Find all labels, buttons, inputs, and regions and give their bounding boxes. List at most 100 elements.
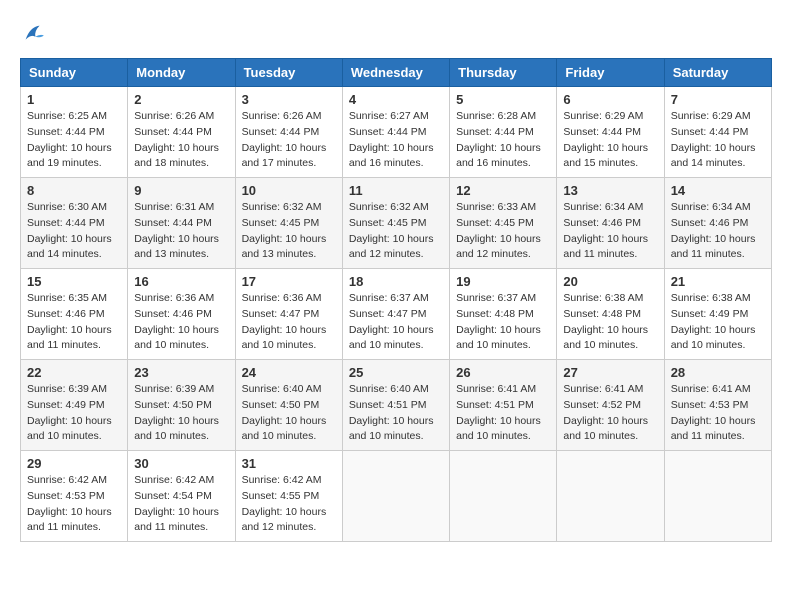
day-info: Sunrise: 6:35 AM Sunset: 4:46 PM Dayligh… [27,291,121,354]
day-info: Sunrise: 6:33 AM Sunset: 4:45 PM Dayligh… [456,200,550,263]
day-number: 30 [134,456,228,471]
day-number: 19 [456,274,550,289]
calendar-cell: 5 Sunrise: 6:28 AM Sunset: 4:44 PM Dayli… [450,87,557,178]
day-info: Sunrise: 6:31 AM Sunset: 4:44 PM Dayligh… [134,200,228,263]
day-info: Sunrise: 6:25 AM Sunset: 4:44 PM Dayligh… [27,109,121,172]
calendar-week-1: 1 Sunrise: 6:25 AM Sunset: 4:44 PM Dayli… [21,87,772,178]
day-number: 5 [456,92,550,107]
day-info: Sunrise: 6:32 AM Sunset: 4:45 PM Dayligh… [242,200,336,263]
day-number: 9 [134,183,228,198]
day-number: 18 [349,274,443,289]
page-wrapper: SundayMondayTuesdayWednesdayThursdayFrid… [20,20,772,542]
calendar-header-row: SundayMondayTuesdayWednesdayThursdayFrid… [21,59,772,87]
day-info: Sunrise: 6:36 AM Sunset: 4:46 PM Dayligh… [134,291,228,354]
calendar-cell: 4 Sunrise: 6:27 AM Sunset: 4:44 PM Dayli… [342,87,449,178]
day-info: Sunrise: 6:41 AM Sunset: 4:51 PM Dayligh… [456,382,550,445]
day-number: 23 [134,365,228,380]
day-number: 16 [134,274,228,289]
logo [20,20,52,48]
calendar-cell: 12 Sunrise: 6:33 AM Sunset: 4:45 PM Dayl… [450,178,557,269]
day-info: Sunrise: 6:29 AM Sunset: 4:44 PM Dayligh… [563,109,657,172]
calendar-cell: 10 Sunrise: 6:32 AM Sunset: 4:45 PM Dayl… [235,178,342,269]
day-number: 26 [456,365,550,380]
day-info: Sunrise: 6:32 AM Sunset: 4:45 PM Dayligh… [349,200,443,263]
header-day-thursday: Thursday [450,59,557,87]
day-info: Sunrise: 6:42 AM Sunset: 4:54 PM Dayligh… [134,473,228,536]
calendar-week-3: 15 Sunrise: 6:35 AM Sunset: 4:46 PM Dayl… [21,269,772,360]
calendar-cell: 20 Sunrise: 6:38 AM Sunset: 4:48 PM Dayl… [557,269,664,360]
header-day-sunday: Sunday [21,59,128,87]
calendar-cell: 19 Sunrise: 6:37 AM Sunset: 4:48 PM Dayl… [450,269,557,360]
calendar-week-2: 8 Sunrise: 6:30 AM Sunset: 4:44 PM Dayli… [21,178,772,269]
calendar-cell: 26 Sunrise: 6:41 AM Sunset: 4:51 PM Dayl… [450,360,557,451]
header-day-monday: Monday [128,59,235,87]
calendar-cell: 8 Sunrise: 6:30 AM Sunset: 4:44 PM Dayli… [21,178,128,269]
day-number: 15 [27,274,121,289]
calendar-cell [664,451,771,542]
day-info: Sunrise: 6:36 AM Sunset: 4:47 PM Dayligh… [242,291,336,354]
day-number: 22 [27,365,121,380]
day-info: Sunrise: 6:29 AM Sunset: 4:44 PM Dayligh… [671,109,765,172]
calendar-cell: 17 Sunrise: 6:36 AM Sunset: 4:47 PM Dayl… [235,269,342,360]
day-number: 11 [349,183,443,198]
day-number: 28 [671,365,765,380]
calendar-cell: 21 Sunrise: 6:38 AM Sunset: 4:49 PM Dayl… [664,269,771,360]
calendar-cell: 31 Sunrise: 6:42 AM Sunset: 4:55 PM Dayl… [235,451,342,542]
day-number: 8 [27,183,121,198]
calendar-cell [450,451,557,542]
calendar-cell: 22 Sunrise: 6:39 AM Sunset: 4:49 PM Dayl… [21,360,128,451]
day-info: Sunrise: 6:34 AM Sunset: 4:46 PM Dayligh… [563,200,657,263]
day-number: 17 [242,274,336,289]
calendar-cell: 6 Sunrise: 6:29 AM Sunset: 4:44 PM Dayli… [557,87,664,178]
header-day-wednesday: Wednesday [342,59,449,87]
calendar-cell: 1 Sunrise: 6:25 AM Sunset: 4:44 PM Dayli… [21,87,128,178]
day-number: 12 [456,183,550,198]
calendar-cell: 16 Sunrise: 6:36 AM Sunset: 4:46 PM Dayl… [128,269,235,360]
day-number: 2 [134,92,228,107]
day-number: 24 [242,365,336,380]
calendar-cell: 25 Sunrise: 6:40 AM Sunset: 4:51 PM Dayl… [342,360,449,451]
day-info: Sunrise: 6:37 AM Sunset: 4:48 PM Dayligh… [456,291,550,354]
day-info: Sunrise: 6:38 AM Sunset: 4:49 PM Dayligh… [671,291,765,354]
day-info: Sunrise: 6:26 AM Sunset: 4:44 PM Dayligh… [242,109,336,172]
day-info: Sunrise: 6:39 AM Sunset: 4:50 PM Dayligh… [134,382,228,445]
day-info: Sunrise: 6:26 AM Sunset: 4:44 PM Dayligh… [134,109,228,172]
calendar-cell: 7 Sunrise: 6:29 AM Sunset: 4:44 PM Dayli… [664,87,771,178]
calendar-cell [557,451,664,542]
calendar-cell: 3 Sunrise: 6:26 AM Sunset: 4:44 PM Dayli… [235,87,342,178]
calendar-cell: 29 Sunrise: 6:42 AM Sunset: 4:53 PM Dayl… [21,451,128,542]
day-number: 14 [671,183,765,198]
calendar-cell: 9 Sunrise: 6:31 AM Sunset: 4:44 PM Dayli… [128,178,235,269]
header [20,20,772,48]
header-day-friday: Friday [557,59,664,87]
day-info: Sunrise: 6:38 AM Sunset: 4:48 PM Dayligh… [563,291,657,354]
calendar-cell: 28 Sunrise: 6:41 AM Sunset: 4:53 PM Dayl… [664,360,771,451]
calendar-cell: 13 Sunrise: 6:34 AM Sunset: 4:46 PM Dayl… [557,178,664,269]
day-info: Sunrise: 6:40 AM Sunset: 4:51 PM Dayligh… [349,382,443,445]
day-info: Sunrise: 6:41 AM Sunset: 4:53 PM Dayligh… [671,382,765,445]
header-day-saturday: Saturday [664,59,771,87]
day-info: Sunrise: 6:40 AM Sunset: 4:50 PM Dayligh… [242,382,336,445]
day-info: Sunrise: 6:34 AM Sunset: 4:46 PM Dayligh… [671,200,765,263]
day-number: 29 [27,456,121,471]
day-number: 21 [671,274,765,289]
calendar-table: SundayMondayTuesdayWednesdayThursdayFrid… [20,58,772,542]
day-number: 20 [563,274,657,289]
calendar-cell: 27 Sunrise: 6:41 AM Sunset: 4:52 PM Dayl… [557,360,664,451]
day-number: 7 [671,92,765,107]
day-info: Sunrise: 6:28 AM Sunset: 4:44 PM Dayligh… [456,109,550,172]
day-info: Sunrise: 6:42 AM Sunset: 4:55 PM Dayligh… [242,473,336,536]
day-info: Sunrise: 6:37 AM Sunset: 4:47 PM Dayligh… [349,291,443,354]
calendar-cell: 18 Sunrise: 6:37 AM Sunset: 4:47 PM Dayl… [342,269,449,360]
calendar-cell: 14 Sunrise: 6:34 AM Sunset: 4:46 PM Dayl… [664,178,771,269]
calendar-cell: 2 Sunrise: 6:26 AM Sunset: 4:44 PM Dayli… [128,87,235,178]
day-number: 31 [242,456,336,471]
day-number: 1 [27,92,121,107]
day-info: Sunrise: 6:27 AM Sunset: 4:44 PM Dayligh… [349,109,443,172]
calendar-week-5: 29 Sunrise: 6:42 AM Sunset: 4:53 PM Dayl… [21,451,772,542]
calendar-week-4: 22 Sunrise: 6:39 AM Sunset: 4:49 PM Dayl… [21,360,772,451]
header-day-tuesday: Tuesday [235,59,342,87]
day-info: Sunrise: 6:42 AM Sunset: 4:53 PM Dayligh… [27,473,121,536]
day-info: Sunrise: 6:39 AM Sunset: 4:49 PM Dayligh… [27,382,121,445]
calendar-cell: 24 Sunrise: 6:40 AM Sunset: 4:50 PM Dayl… [235,360,342,451]
